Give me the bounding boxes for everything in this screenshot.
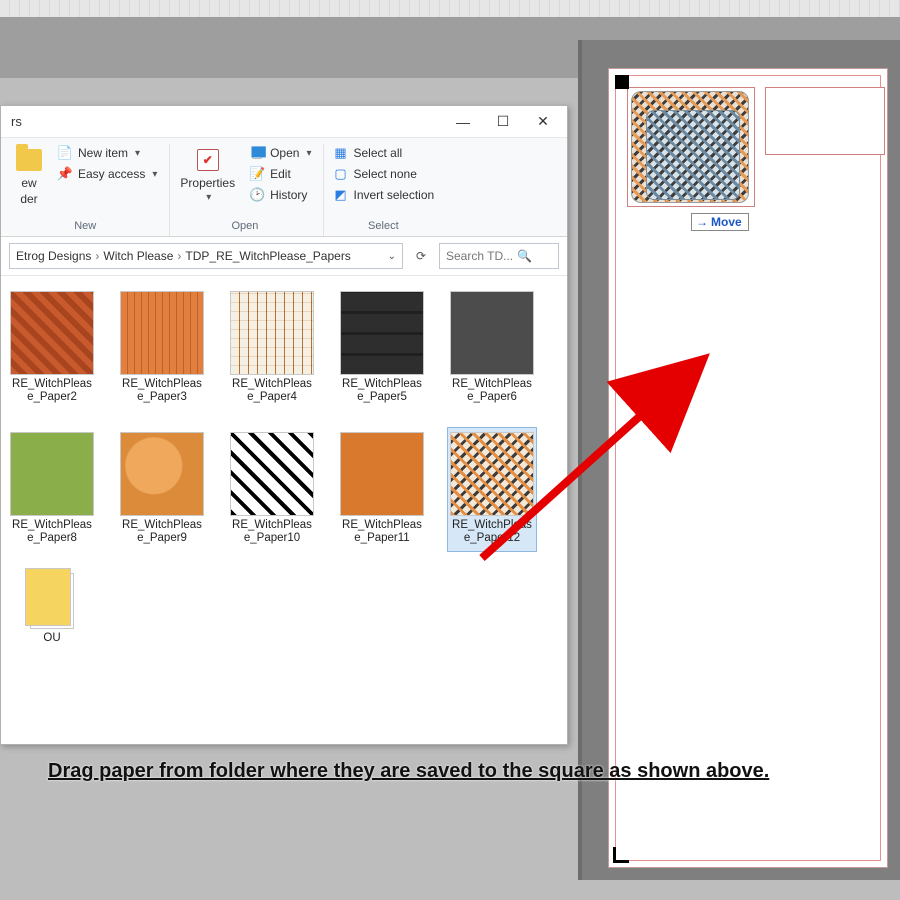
- ruler-top: [0, 0, 900, 18]
- ribbon-group-open: ✔ Properties ▾ Open ▾ 📝 Edit 🕑: [170, 144, 324, 236]
- breadcrumb-seg[interactable]: Witch Please: [103, 249, 173, 263]
- file-thumbnail: [230, 291, 314, 375]
- dragged-paper-preview[interactable]: [631, 91, 749, 203]
- minimize-button[interactable]: —: [443, 108, 483, 136]
- chevron-down-icon: ▾: [206, 192, 211, 203]
- design-app-panel: → Move: [578, 40, 900, 880]
- chevron-down-icon: ▾: [306, 148, 311, 159]
- file-item[interactable]: RE_WitchPlease_Paper5: [337, 286, 427, 411]
- dragged-paper-inner: [646, 110, 740, 200]
- edit-icon: 📝: [249, 166, 265, 182]
- file-thumbnail: [450, 291, 534, 375]
- history-button[interactable]: 🕑 History: [247, 186, 313, 204]
- group-label-select: Select: [330, 218, 436, 232]
- crop-mark-bl: [613, 837, 639, 863]
- breadcrumb-seg[interactable]: TDP_RE_WitchPlease_Papers: [185, 249, 350, 263]
- file-name-label: RE_WitchPlease_Paper12: [452, 519, 532, 547]
- file-name-label: RE_WitchPlease_Paper5: [342, 378, 422, 406]
- file-thumbnail: [30, 573, 74, 629]
- easy-access-button[interactable]: 📌 Easy access ▾: [55, 165, 159, 183]
- file-item[interactable]: OU: [7, 568, 97, 665]
- registration-mark: [615, 75, 629, 89]
- history-icon: 🕑: [249, 187, 265, 203]
- search-input[interactable]: Search TD... 🔍: [439, 243, 559, 269]
- chevron-down-icon: ▾: [152, 169, 157, 180]
- maximize-button[interactable]: ☐: [483, 108, 523, 136]
- chevron-down-icon[interactable]: ⌄: [388, 251, 396, 262]
- properties-button[interactable]: ✔ Properties ▾: [176, 144, 239, 205]
- search-placeholder: Search TD...: [446, 249, 513, 263]
- file-name-label: RE_WitchPlease_Paper8: [12, 519, 92, 547]
- file-explorer-window: rs — ☐ ✕ ? ew der 📄 New item ▾: [0, 105, 568, 745]
- file-name-label: RE_WitchPlease_Paper3: [122, 378, 202, 406]
- file-name-label: OU: [43, 632, 60, 660]
- chevron-right-icon: ›: [177, 249, 181, 263]
- file-item[interactable]: RE_WitchPlease_Paper6: [447, 286, 537, 411]
- file-thumbnail: [120, 432, 204, 516]
- easy-access-icon: 📌: [57, 166, 73, 182]
- invert-selection-button[interactable]: ◩ Invert selection: [330, 186, 436, 204]
- close-button[interactable]: ✕: [523, 108, 563, 136]
- new-folder-button[interactable]: ew der: [11, 144, 47, 208]
- breadcrumb[interactable]: Etrog Designs › Witch Please › TDP_RE_Wi…: [9, 243, 403, 269]
- new-item-icon: 📄: [57, 145, 73, 161]
- file-name-label: RE_WitchPlease_Paper2: [12, 378, 92, 406]
- file-name-label: RE_WitchPlease_Paper4: [232, 378, 312, 406]
- cutting-mat[interactable]: → Move: [608, 68, 888, 868]
- select-none-icon: ▢: [332, 166, 348, 182]
- file-thumbnail: [120, 291, 204, 375]
- group-label-open: Open: [176, 218, 313, 232]
- address-bar-row: Etrog Designs › Witch Please › TDP_RE_Wi…: [1, 237, 567, 276]
- breadcrumb-seg[interactable]: Etrog Designs: [16, 249, 91, 263]
- file-item[interactable]: RE_WitchPlease_Paper4: [227, 286, 317, 411]
- file-item[interactable]: RE_WitchPlease_Paper10: [227, 427, 317, 552]
- invert-selection-icon: ◩: [332, 187, 348, 203]
- file-item[interactable]: RE_WitchPlease_Paper8: [7, 427, 97, 552]
- new-item-button[interactable]: 📄 New item ▾: [55, 144, 159, 162]
- properties-icon: ✔: [197, 149, 219, 171]
- file-item[interactable]: RE_WitchPlease_Paper2: [7, 286, 97, 411]
- chevron-right-icon: ›: [95, 249, 99, 263]
- file-name-label: RE_WitchPlease_Paper9: [122, 519, 202, 547]
- ribbon-group-new: ew der 📄 New item ▾ 📌 Easy access ▾: [5, 144, 170, 236]
- file-item[interactable]: RE_WitchPlease_Paper9: [117, 427, 207, 552]
- file-item[interactable]: RE_WitchPlease_Paper11: [337, 427, 427, 552]
- file-grid[interactable]: RE_WitchPlease_Paper2 RE_WitchPlease_Pape…: [1, 276, 567, 744]
- instruction-text: Drag paper from folder where they are sa…: [48, 760, 769, 783]
- edit-button[interactable]: 📝 Edit: [247, 165, 313, 183]
- file-item[interactable]: RE_WitchPlease_Paper12: [447, 427, 537, 552]
- ribbon-group-select: ▦ Select all ▢ Select none ◩ Invert sele…: [324, 144, 446, 236]
- new-folder-label-2: der: [20, 192, 37, 206]
- titlebar[interactable]: rs — ☐ ✕: [1, 106, 567, 138]
- ribbon: ew der 📄 New item ▾ 📌 Easy access ▾: [1, 138, 567, 237]
- file-thumbnail: [230, 432, 314, 516]
- file-thumbnail: [340, 291, 424, 375]
- folder-icon: [16, 149, 42, 171]
- file-thumbnail: [340, 432, 424, 516]
- file-thumbnail: [10, 432, 94, 516]
- open-icon: [253, 148, 262, 159]
- file-name-label: RE_WitchPlease_Paper10: [232, 519, 312, 547]
- search-icon: 🔍: [517, 249, 532, 263]
- file-name-label: RE_WitchPlease_Paper6: [452, 378, 532, 406]
- file-item[interactable]: RE_WitchPlease_Paper3: [117, 286, 207, 411]
- drop-target-square-2[interactable]: [765, 87, 885, 155]
- open-button[interactable]: Open ▾: [247, 144, 313, 162]
- chevron-down-icon: ▾: [135, 148, 140, 159]
- file-name-label: RE_WitchPlease_Paper11: [342, 519, 422, 547]
- file-thumbnail: [450, 432, 534, 516]
- select-all-button[interactable]: ▦ Select all: [330, 144, 436, 162]
- select-all-icon: ▦: [332, 145, 348, 161]
- refresh-button[interactable]: ⟳: [409, 249, 433, 263]
- file-thumbnail: [10, 291, 94, 375]
- drag-cursor-label: → Move: [691, 213, 749, 231]
- new-folder-label-1: ew: [21, 176, 36, 190]
- group-label-new: New: [11, 218, 159, 232]
- window-title-fragment: rs: [11, 114, 443, 129]
- select-none-button[interactable]: ▢ Select none: [330, 165, 436, 183]
- move-arrow-icon: →: [696, 215, 708, 229]
